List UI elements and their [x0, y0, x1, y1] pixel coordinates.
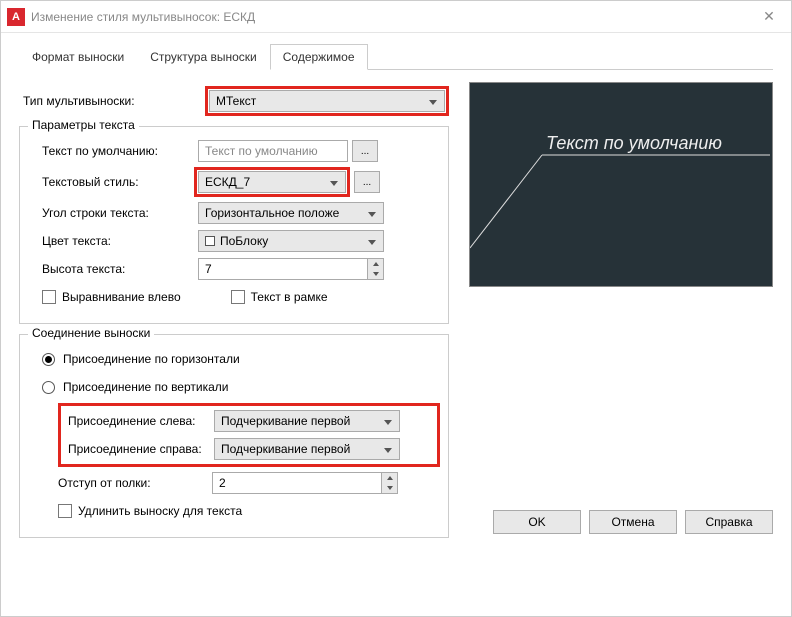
text-params-group: Параметры текста Текст по умолчанию: Тек…	[19, 126, 449, 324]
radio-icon	[42, 381, 55, 394]
attach-left-value: Подчеркивание первой	[221, 414, 350, 428]
app-icon: A	[7, 8, 25, 26]
checkbox-icon	[58, 504, 72, 518]
tab-leader-format[interactable]: Формат выноски	[19, 44, 137, 70]
chevron-down-icon	[426, 95, 440, 109]
attach-horizontal-radio[interactable]: Присоединение по горизонтали	[42, 352, 240, 366]
chevron-down-icon	[365, 235, 379, 249]
extend-leader-label: Удлинить выноску для текста	[78, 504, 242, 518]
text-height-label: Высота текста:	[28, 262, 198, 276]
leader-connection-group: Соединение выноски Присоединение по гори…	[19, 334, 449, 538]
text-style-value: ЕСКД_7	[205, 175, 250, 189]
text-height-value: 7	[205, 262, 212, 276]
default-text-label: Текст по умолчанию:	[28, 144, 198, 158]
default-text-browse-button[interactable]: ...	[352, 140, 378, 162]
text-angle-select[interactable]: Горизонтальное положе	[198, 202, 384, 224]
attach-left-select[interactable]: Подчеркивание первой	[214, 410, 400, 432]
attach-vertical-radio[interactable]: Присоединение по вертикали	[42, 380, 229, 394]
text-frame-label: Текст в рамке	[251, 290, 328, 304]
preview-pane: Текст по умолчанию	[469, 82, 773, 287]
spin-up-icon[interactable]	[382, 473, 397, 483]
tab-content[interactable]: Содержимое	[270, 44, 368, 70]
text-color-label: Цвет текста:	[28, 234, 198, 248]
text-style-browse-button[interactable]: ...	[354, 171, 380, 193]
chevron-down-icon	[365, 207, 379, 221]
close-icon[interactable]: ✕	[753, 8, 785, 25]
spin-down-icon[interactable]	[382, 483, 397, 493]
attach-right-label: Присоединение справа:	[64, 442, 214, 456]
tab-leader-structure[interactable]: Структура выноски	[137, 44, 270, 70]
tabs: Формат выноски Структура выноски Содержи…	[19, 43, 773, 70]
chevron-down-icon	[327, 176, 341, 190]
radio-icon	[42, 353, 55, 366]
text-frame-checkbox[interactable]: Текст в рамке	[231, 290, 328, 304]
text-angle-label: Угол строки текста:	[28, 206, 198, 220]
leader-type-select[interactable]: МТекст	[209, 90, 445, 112]
left-align-checkbox[interactable]: Выравнивание влево	[42, 290, 181, 304]
landing-gap-spin[interactable]: 2	[212, 472, 398, 494]
color-swatch-icon	[205, 236, 215, 246]
attach-horizontal-label: Присоединение по горизонтали	[63, 352, 240, 366]
text-color-value: ПоБлоку	[220, 234, 268, 248]
preview-text: Текст по умолчанию	[546, 133, 722, 154]
spin-up-icon[interactable]	[368, 259, 383, 269]
attach-right-value: Подчеркивание первой	[221, 442, 350, 456]
checkbox-icon	[42, 290, 56, 304]
attach-right-select[interactable]: Подчеркивание первой	[214, 438, 400, 460]
text-angle-value: Горизонтальное положе	[205, 206, 339, 220]
chevron-down-icon	[381, 443, 395, 457]
text-style-label: Текстовый стиль:	[28, 175, 198, 189]
ok-button[interactable]: OK	[493, 510, 581, 534]
landing-gap-value: 2	[219, 476, 226, 490]
text-style-select[interactable]: ЕСКД_7	[198, 171, 346, 193]
text-color-select[interactable]: ПоБлоку	[198, 230, 384, 252]
default-text-placeholder: Текст по умолчанию	[205, 144, 318, 158]
spin-down-icon[interactable]	[368, 269, 383, 279]
checkbox-icon	[231, 290, 245, 304]
leader-connection-legend: Соединение выноски	[28, 326, 154, 340]
default-text-input[interactable]: Текст по умолчанию	[198, 140, 348, 162]
text-height-spin[interactable]: 7	[198, 258, 384, 280]
help-button[interactable]: Справка	[685, 510, 773, 534]
window-title: Изменение стиля мультивыносок: ЕСКД	[31, 10, 753, 24]
cancel-button[interactable]: Отмена	[589, 510, 677, 534]
chevron-down-icon	[381, 415, 395, 429]
attach-vertical-label: Присоединение по вертикали	[63, 380, 229, 394]
left-align-label: Выравнивание влево	[62, 290, 181, 304]
extend-leader-checkbox[interactable]: Удлинить выноску для текста	[58, 504, 242, 518]
text-params-legend: Параметры текста	[28, 118, 139, 132]
leader-type-value: МТекст	[216, 94, 256, 108]
landing-gap-label: Отступ от полки:	[58, 476, 212, 490]
leader-type-label: Тип мультивыноски:	[19, 94, 209, 108]
attach-left-label: Присоединение слева:	[64, 414, 214, 428]
